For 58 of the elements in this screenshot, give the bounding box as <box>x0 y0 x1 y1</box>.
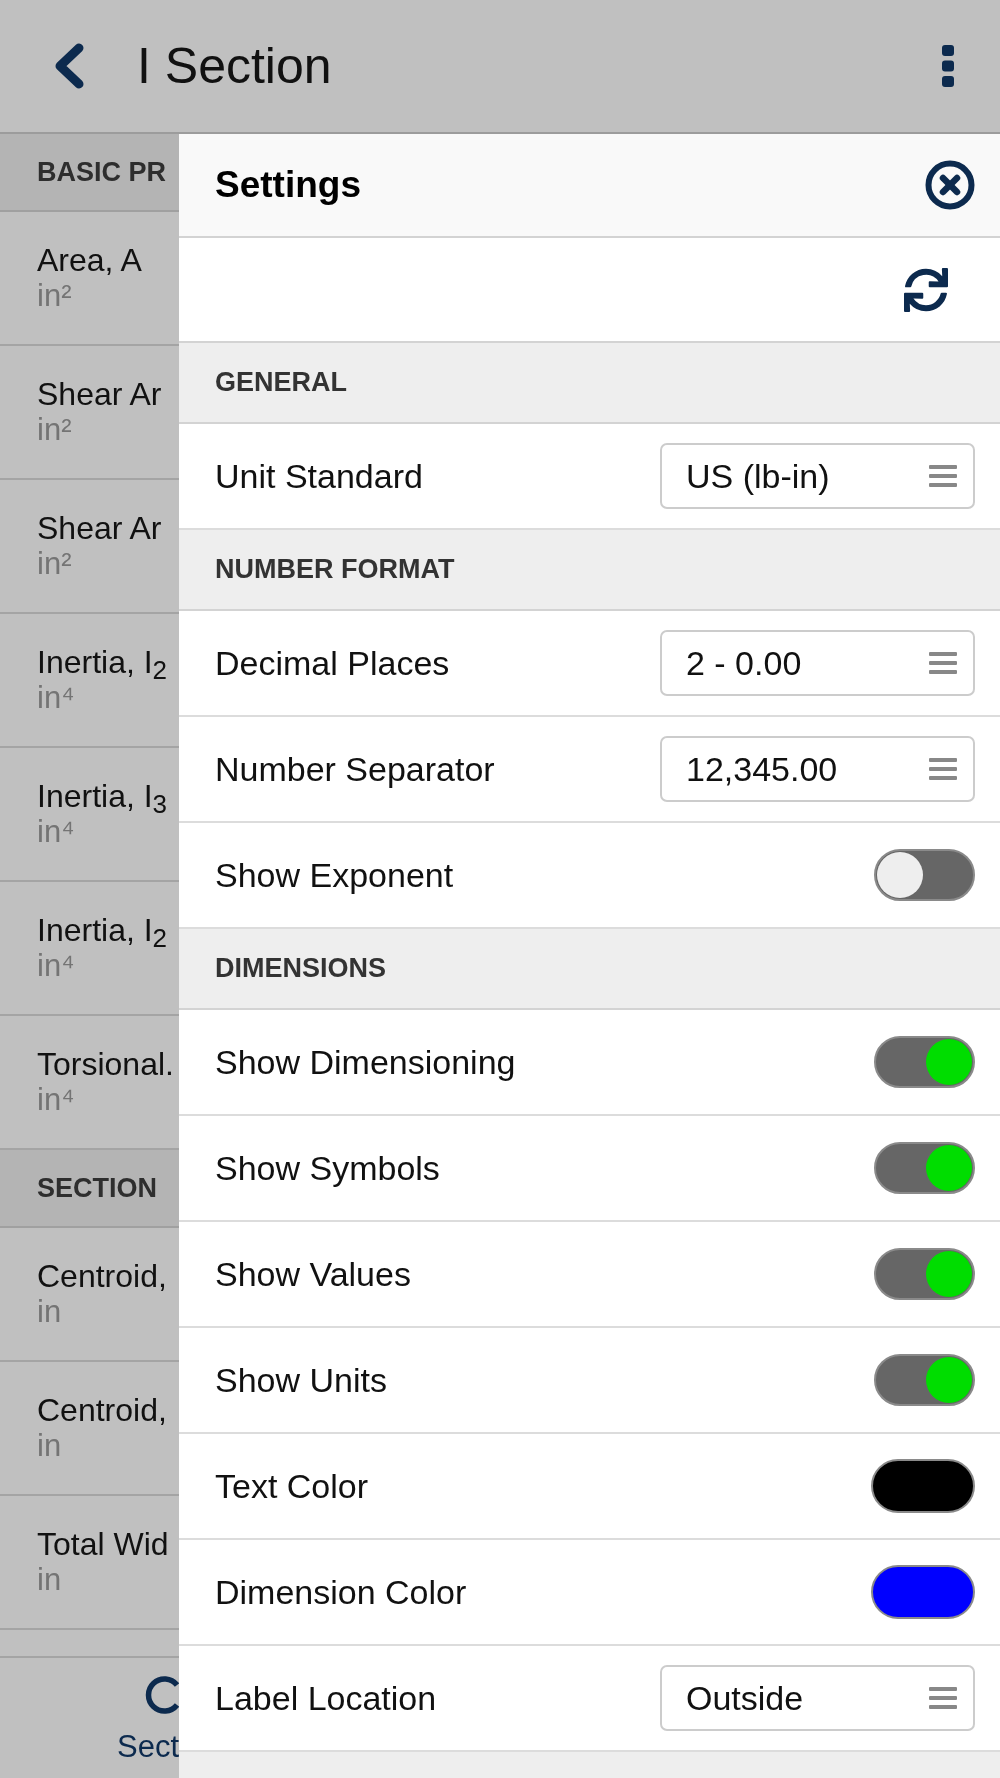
section-title: GENERAL <box>215 367 347 398</box>
property-label: Inertia, I$_{3}$ <box>37 778 169 814</box>
setting-label: Show Units <box>215 1360 387 1400</box>
list-lines-icon <box>929 465 957 487</box>
unit-label: in⁴ <box>37 680 76 716</box>
unit-label: in <box>37 1294 63 1330</box>
select-field[interactable]: 2 - 0.00 <box>660 630 975 696</box>
setting-label: Show Exponent <box>215 855 454 895</box>
select-field[interactable]: US (lb-in) <box>660 443 975 509</box>
unit-label: in⁴ <box>37 814 76 850</box>
property-label: Centroid, <box>37 1258 168 1294</box>
unit-label: in⁴ <box>37 948 76 984</box>
setting-label: Dimension Color <box>215 1572 467 1612</box>
select-field[interactable]: Outside <box>660 1665 975 1731</box>
property-label: Inertia, I$_{2}$ <box>37 912 169 948</box>
setting-label: Unit Standard <box>215 456 423 496</box>
section-title: SECTION <box>37 1172 157 1204</box>
setting-label: Show Dimensioning <box>215 1042 516 1082</box>
color-swatch[interactable] <box>871 1565 975 1619</box>
property-label: Shear Ar <box>37 510 163 546</box>
property-label: Centroid, <box>37 1392 168 1428</box>
toggle-switch[interactable] <box>874 1142 975 1194</box>
property-label: Area, A <box>37 242 143 278</box>
unit-label: in <box>37 1428 63 1464</box>
setting-label: Show Symbols <box>215 1148 440 1188</box>
setting-label: Number Separator <box>215 749 495 789</box>
unit-label: in² <box>37 546 73 582</box>
setting-label: Decimal Places <box>215 643 450 683</box>
bottom-tab[interactable]: Sect <box>116 1676 179 1762</box>
refresh-icon[interactable] <box>904 267 948 312</box>
setting-label: Label Location <box>215 1678 437 1718</box>
list-lines-icon <box>929 1687 957 1709</box>
section-title: BASIC PR <box>37 156 166 188</box>
section-title: DIMENSIONS <box>215 953 387 984</box>
unit-label: in⁴ <box>37 1082 76 1118</box>
panel-title: Settings <box>215 164 361 206</box>
unit-label: in² <box>37 278 73 314</box>
toggle-switch[interactable] <box>874 1354 975 1406</box>
page-title: I Section <box>137 37 333 95</box>
select-field[interactable]: 12,345.00 <box>660 736 975 802</box>
unit-label: in <box>37 1562 63 1598</box>
menu-dots-icon[interactable] <box>942 45 954 87</box>
close-icon[interactable] <box>925 160 975 210</box>
unit-label: in² <box>37 412 73 448</box>
list-lines-icon <box>929 652 957 674</box>
toggle-switch[interactable] <box>874 849 975 901</box>
toggle-switch[interactable] <box>874 1248 975 1300</box>
arc-icon <box>143 1676 179 1714</box>
property-label: Total Wid <box>37 1526 170 1562</box>
section-title: NUMBER FORMAT <box>215 554 455 585</box>
setting-label: Show Values <box>215 1254 411 1294</box>
property-label: Torsional. <box>37 1046 175 1082</box>
color-swatch[interactable] <box>871 1459 975 1513</box>
setting-label: Text Color <box>215 1466 369 1506</box>
toggle-switch[interactable] <box>874 1036 975 1088</box>
property-label: Shear Ar <box>37 376 163 412</box>
list-lines-icon <box>929 758 957 780</box>
property-label: Inertia, I$_{2}$ <box>37 644 169 680</box>
